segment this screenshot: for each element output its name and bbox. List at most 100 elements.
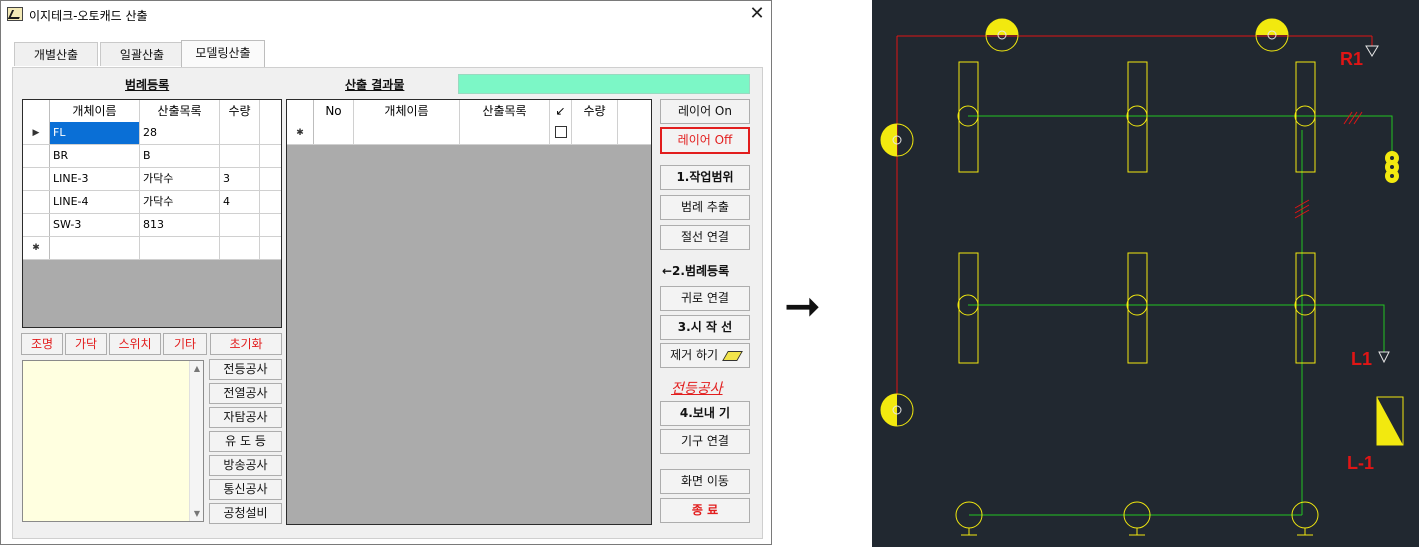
column-header[interactable]: 개체이름 [50,100,140,122]
fixture-row-top [957,61,1316,173]
new-row[interactable]: ✱ [23,237,281,260]
column-header[interactable]: 수량 [220,100,260,122]
result-table-header: No 개체이름 산출목록 ↙ 수량 [287,100,651,123]
table-cell[interactable]: FL [50,122,140,144]
fixture-connect-button[interactable]: 기구 연결 [660,429,750,454]
table-cell[interactable]: 28 [140,122,220,144]
checkbox-cell[interactable] [550,122,572,144]
arrow-right-icon: ➞ [784,281,821,332]
r1-label: R1 [1340,49,1363,69]
exit-button[interactable]: 종 료 [660,498,750,523]
red-circuit [896,35,1373,395]
lighting-button[interactable]: 조명 [21,333,63,355]
checkbox[interactable] [555,126,567,138]
result-table[interactable]: No 개체이름 산출목록 ↙ 수량 ✱ [286,99,652,525]
table-cell[interactable]: LINE-4 [50,191,140,213]
table-cell[interactable]: B [140,145,220,167]
wall-light-left-lower [880,393,914,427]
l-1-label: L-1 [1347,453,1374,473]
table-cell[interactable] [220,122,260,144]
table-row[interactable]: LINE-3 가닥수 3 [23,168,281,191]
fixture-row-middle [957,252,1316,364]
table-row[interactable]: SW-3 813 [23,214,281,237]
strand-ticks [1294,111,1363,219]
table-cell[interactable]: 가닥수 [140,168,220,190]
table-cell[interactable]: SW-3 [50,214,140,236]
column-header[interactable]: 산출목록 [460,100,550,122]
green-wiring [968,115,1393,516]
title-bar[interactable]: 이지테크-오토캐드 산출 ✕ [1,1,771,29]
column-header[interactable]: 산출목록 [140,100,220,122]
close-icon[interactable]: ✕ [745,3,769,25]
table-cell[interactable]: LINE-3 [50,168,140,190]
status-color-bar [458,74,750,94]
table-cell[interactable]: 4 [220,191,260,213]
wall-light-top-right [1255,18,1289,52]
column-header[interactable]: No [314,100,354,122]
wall-light-top-left [985,18,1019,52]
app-icon [7,7,23,21]
work-type-label: 전등공사 [671,381,723,397]
start-line-button[interactable]: 3.시 작 선 [660,315,750,340]
new-row[interactable]: ✱ [287,122,651,145]
lighting-work-button[interactable]: 전등공사 [209,359,282,380]
legend-extract-button[interactable]: 범례 추출 [660,195,750,220]
eraser-icon [722,350,743,361]
guide-light-button[interactable]: 유 도 등 [209,431,282,452]
memo-textarea[interactable]: ▲ ▼ [22,360,204,522]
table-cell[interactable] [220,145,260,167]
telecom-work-button[interactable]: 통신공사 [209,479,282,500]
legend-table-header: 개체이름 산출목록 수량 [23,100,281,123]
l1-label: L1 [1351,349,1372,369]
tv-antenna-work-button[interactable]: 공청설비 [209,503,282,524]
table-row[interactable]: LINE-4 가닥수 4 [23,191,281,214]
fire-detection-work-button[interactable]: 자탐공사 [209,407,282,428]
wall-light-left-upper [880,123,914,157]
remove-button[interactable]: 제거 하기 [660,343,750,368]
switch-cluster-icon [1385,151,1399,183]
outlet-row-bottom [955,501,1319,536]
scroll-down-icon[interactable]: ▼ [192,509,202,518]
column-header[interactable]: ↙ [550,100,572,122]
reset-button[interactable]: 초기화 [210,333,282,355]
cad-viewport[interactable]: R1 L1 L-1 [872,0,1419,547]
l1-arrow-icon [1378,351,1390,364]
table-row[interactable]: ▶ FL 28 [23,122,281,145]
table-cell[interactable]: BR [50,145,140,167]
scroll-up-icon[interactable]: ▲ [192,364,202,373]
result-section-title: 산출 결과물 [345,78,405,92]
step2-label: ←2.범례등록 [662,264,730,278]
tab-batch[interactable]: 일괄산출 [100,42,184,66]
layer-off-button[interactable]: 레이어 Off [660,127,750,154]
panel-board-icon [1376,396,1404,446]
r1-arrow-icon [1365,45,1379,57]
legend-section-title: 범례등록 [125,78,170,92]
table-row[interactable]: BR B [23,145,281,168]
screen-move-button[interactable]: 화면 이동 [660,469,750,494]
junction-connect-button[interactable]: 절선 연결 [660,225,750,250]
export-button[interactable]: 4.보내 기 [660,401,750,426]
switch-button[interactable]: 스위치 [109,333,161,355]
outlet-work-button[interactable]: 전열공사 [209,383,282,404]
broadcast-work-button[interactable]: 방송공사 [209,455,282,476]
strand-button[interactable]: 가닥 [65,333,107,355]
new-row-marker: ✱ [287,122,314,144]
table-cell[interactable]: 813 [140,214,220,236]
other-button[interactable]: 기타 [163,333,207,355]
memo-scrollbar[interactable]: ▲ ▼ [189,361,203,521]
work-range-button[interactable]: 1.작업범위 [660,165,750,190]
table-cell[interactable]: 가닥수 [140,191,220,213]
window-title: 이지테크-오토캐드 산출 [29,9,148,23]
new-row-marker: ✱ [23,237,50,259]
table-cell[interactable] [220,214,260,236]
cad-drawing: R1 L1 L-1 [880,18,1404,536]
remove-button-label: 제거 하기 [670,348,719,362]
column-header[interactable]: 개체이름 [354,100,460,122]
table-cell[interactable]: 3 [220,168,260,190]
tab-individual[interactable]: 개별산출 [14,42,98,66]
layer-on-button[interactable]: 레이어 On [660,99,750,124]
legend-table[interactable]: 개체이름 산출목록 수량 ▶ FL 28 BR B LINE-3 가닥수 3 L… [22,99,282,328]
column-header[interactable]: 수량 [572,100,618,122]
tab-modeling[interactable]: 모델링산출 [181,40,265,68]
return-connect-button[interactable]: 귀로 연결 [660,286,750,311]
